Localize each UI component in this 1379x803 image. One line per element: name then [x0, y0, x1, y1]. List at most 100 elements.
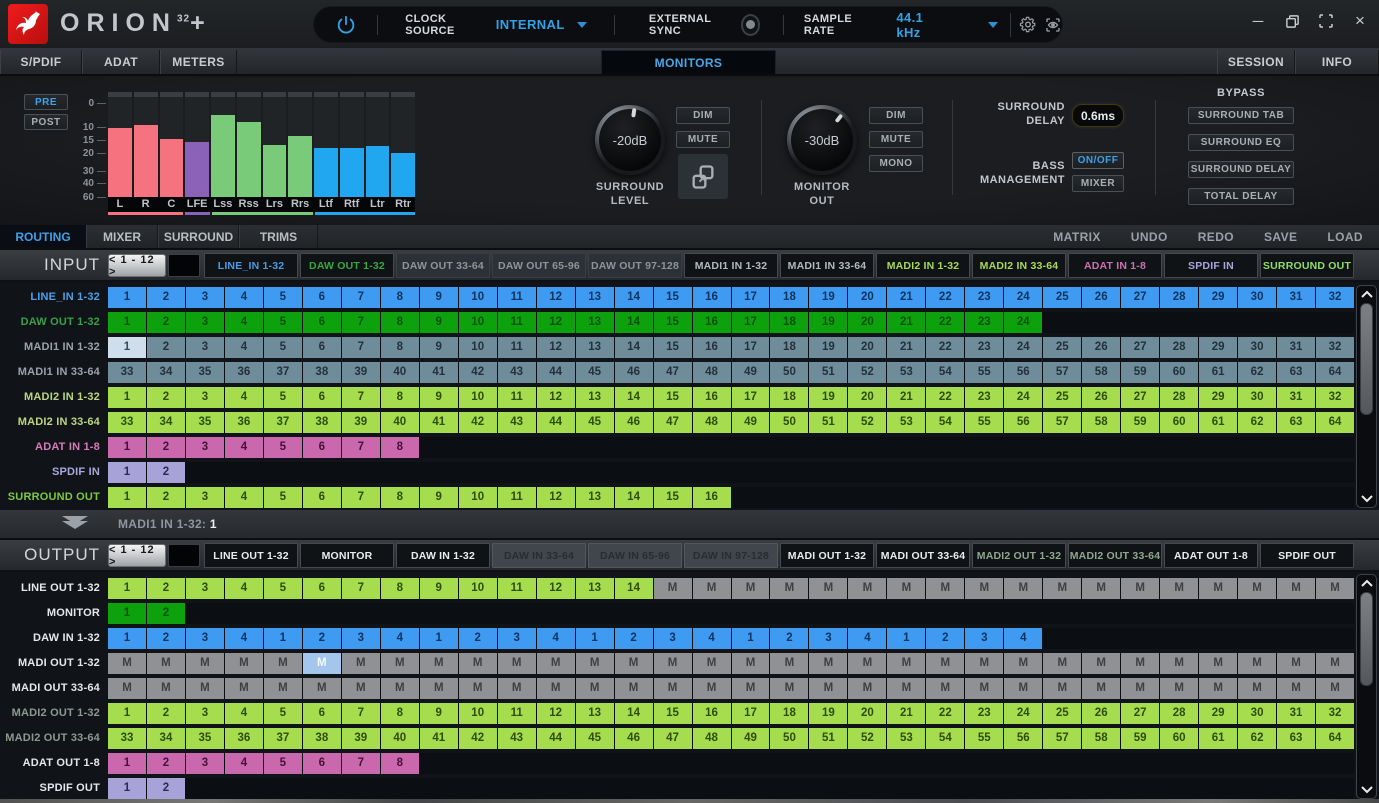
grid-cell[interactable]: 26: [1082, 387, 1120, 408]
grid-cell[interactable]: 40: [381, 728, 419, 749]
grid-cell[interactable]: M: [732, 578, 770, 599]
grid-cell[interactable]: 52: [848, 728, 886, 749]
grid-cell[interactable]: M: [693, 678, 731, 699]
output-tab-madi2-out-33-64[interactable]: MADI2 OUT 33-64: [1068, 543, 1162, 568]
grid-cell[interactable]: 64: [1316, 412, 1354, 433]
grid-cell[interactable]: 62: [1238, 362, 1276, 383]
grid-cell[interactable]: 10: [459, 578, 497, 599]
grid-cell[interactable]: 29: [1199, 287, 1237, 308]
grid-cell[interactable]: 12: [537, 312, 575, 333]
grid-cell[interactable]: M: [1004, 653, 1042, 674]
grid-cell[interactable]: 13: [576, 312, 614, 333]
grid-cell[interactable]: M: [693, 578, 731, 599]
external-sync-button[interactable]: [741, 14, 760, 36]
grid-cell[interactable]: 25: [1043, 387, 1081, 408]
grid-cell[interactable]: 42: [459, 362, 497, 383]
grid-cell[interactable]: 21: [887, 337, 925, 358]
grid-cell[interactable]: M: [848, 653, 886, 674]
grid-cell[interactable]: M: [108, 653, 146, 674]
grid-cell[interactable]: 8: [381, 337, 419, 358]
clock-source-dropdown-icon[interactable]: [577, 22, 587, 28]
grid-cell[interactable]: 6: [303, 703, 341, 724]
grid-cell[interactable]: 42: [459, 412, 497, 433]
grid-cell[interactable]: 26: [1082, 337, 1120, 358]
tab-surround[interactable]: SURROUND: [158, 225, 239, 248]
grid-cell[interactable]: 3: [186, 703, 224, 724]
grid-cell[interactable]: M: [926, 578, 964, 599]
grid-cell[interactable]: 1: [108, 778, 146, 799]
grid-cell[interactable]: 21: [887, 287, 925, 308]
grid-cell[interactable]: 31: [1277, 337, 1315, 358]
grid-cell[interactable]: M: [654, 578, 692, 599]
matrix-button[interactable]: MATRIX: [1053, 230, 1101, 244]
scroll-down-icon[interactable]: [1359, 783, 1374, 797]
monitor-mono-button[interactable]: MONO: [869, 155, 923, 172]
grid-cell[interactable]: 61: [1199, 728, 1237, 749]
grid-cell[interactable]: 8: [381, 703, 419, 724]
grid-cell[interactable]: 20: [848, 387, 886, 408]
grid-cell[interactable]: 24: [1004, 287, 1042, 308]
grid-cell[interactable]: 54: [926, 728, 964, 749]
grid-cell[interactable]: 23: [965, 337, 1003, 358]
grid-cell[interactable]: 25: [1043, 337, 1081, 358]
grid-cell[interactable]: 2: [147, 337, 185, 358]
grid-cell[interactable]: M: [381, 678, 419, 699]
grid-cell[interactable]: 2: [147, 578, 185, 599]
grid-cell[interactable]: 2: [459, 628, 497, 649]
tab-trims[interactable]: TRIMS: [239, 225, 318, 248]
grid-cell[interactable]: 56: [1004, 412, 1042, 433]
grid-cell[interactable]: 52: [848, 362, 886, 383]
grid-cell[interactable]: 64: [1316, 728, 1354, 749]
grid-cell[interactable]: 31: [1277, 387, 1315, 408]
grid-cell[interactable]: 45: [576, 728, 614, 749]
grid-cell[interactable]: 21: [887, 387, 925, 408]
input-tab-madi1-in-33-64[interactable]: MADI1 IN 33-64: [780, 253, 874, 278]
grid-cell[interactable]: M: [1004, 678, 1042, 699]
grid-cell[interactable]: 5: [264, 337, 302, 358]
grid-cell[interactable]: 51: [809, 412, 847, 433]
grid-cell[interactable]: 61: [1199, 362, 1237, 383]
grid-cell[interactable]: M: [809, 578, 847, 599]
grid-cell[interactable]: M: [459, 653, 497, 674]
grid-cell[interactable]: 10: [459, 487, 497, 508]
grid-cell[interactable]: 2: [615, 628, 653, 649]
grid-cell[interactable]: M: [303, 653, 341, 674]
grid-cell[interactable]: 27: [1121, 287, 1159, 308]
grid-cell[interactable]: 63: [1277, 412, 1315, 433]
grid-cell[interactable]: 22: [926, 337, 964, 358]
grid-cell[interactable]: 63: [1277, 362, 1315, 383]
grid-cell[interactable]: 24: [1004, 312, 1042, 333]
grid-cell[interactable]: 7: [342, 703, 380, 724]
grid-cell[interactable]: 37: [264, 362, 302, 383]
grid-cell[interactable]: M: [654, 678, 692, 699]
tab-monitors[interactable]: MONITORS: [601, 50, 776, 74]
grid-cell[interactable]: 1: [108, 387, 146, 408]
grid-cell[interactable]: 27: [1121, 387, 1159, 408]
save-button[interactable]: SAVE: [1264, 230, 1297, 244]
grid-cell[interactable]: M: [615, 678, 653, 699]
grid-cell[interactable]: 4: [225, 703, 263, 724]
grid-cell[interactable]: 8: [381, 578, 419, 599]
grid-cell[interactable]: 31: [1277, 287, 1315, 308]
grid-cell[interactable]: 1: [108, 337, 146, 358]
input-tab-daw-out-65-96[interactable]: DAW OUT 65-96: [492, 253, 586, 278]
grid-cell[interactable]: 34: [147, 728, 185, 749]
grid-cell[interactable]: M: [498, 653, 536, 674]
grid-cell[interactable]: 50: [770, 362, 808, 383]
grid-cell[interactable]: 38: [303, 412, 341, 433]
grid-cell[interactable]: 48: [693, 362, 731, 383]
output-tab-line-out-1-32[interactable]: LINE OUT 1-32: [204, 543, 298, 568]
grid-cell[interactable]: M: [1160, 578, 1198, 599]
grid-cell[interactable]: 30: [1238, 337, 1276, 358]
grid-cell[interactable]: M: [1082, 678, 1120, 699]
grid-cell[interactable]: 2: [303, 628, 341, 649]
grid-cell[interactable]: 48: [693, 728, 731, 749]
grid-cell[interactable]: 53: [887, 728, 925, 749]
grid-cell[interactable]: 41: [420, 412, 458, 433]
grid-cell[interactable]: 10: [459, 312, 497, 333]
grid-cell[interactable]: 1: [732, 628, 770, 649]
grid-cell[interactable]: 1: [420, 628, 458, 649]
grid-cell[interactable]: 55: [965, 412, 1003, 433]
grid-cell[interactable]: 6: [303, 337, 341, 358]
input-tab-madi2-in-33-64[interactable]: MADI2 IN 33-64: [972, 253, 1066, 278]
